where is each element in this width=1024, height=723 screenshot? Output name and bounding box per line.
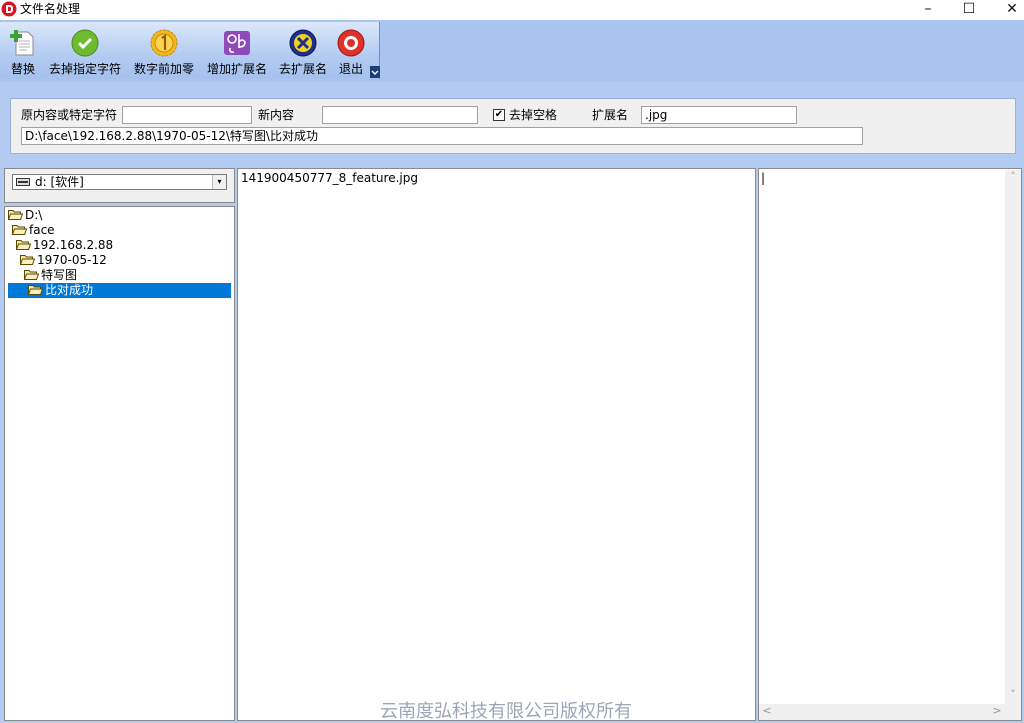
tree-item-label: D:\ xyxy=(25,208,43,222)
current-path-field[interactable]: D:\face\192.168.2.88\1970-05-12\特写图\比对成功 xyxy=(21,127,863,145)
tree-item-label: 192.168.2.88 xyxy=(33,238,114,252)
chevron-down-icon[interactable]: ▾ xyxy=(212,175,226,189)
app-logo-icon xyxy=(1,1,17,17)
gold-coin-one-icon xyxy=(150,29,178,57)
result-textarea[interactable]: | xyxy=(758,168,1022,721)
tree-item-label: 比对成功 xyxy=(45,283,94,297)
tree-item-label: 1970-05-12 xyxy=(37,253,107,267)
copyright-watermark: 云南度弘科技有限公司版权所有 xyxy=(380,701,632,722)
remove-extension-button[interactable]: 去扩展名 xyxy=(274,22,332,79)
new-content-input[interactable] xyxy=(322,106,478,124)
remove-spaces-checkbox[interactable]: ✔ xyxy=(493,109,505,121)
folder-tree[interactable]: D:\ face 192.168.2.88 1970-05-12 特写图 比对成… xyxy=(4,206,235,721)
tree-item-root[interactable]: D:\ xyxy=(8,208,42,223)
file-list-item[interactable]: 141900450777_8_feature.jpg xyxy=(241,171,418,186)
toolbar-overflow-button[interactable] xyxy=(370,66,380,78)
original-content-input[interactable] xyxy=(122,106,252,124)
file-list[interactable]: 141900450777_8_feature.jpg xyxy=(237,168,756,721)
tree-item-selected[interactable]: 比对成功 xyxy=(8,283,231,298)
tree-item-closeup[interactable]: 特写图 xyxy=(24,268,77,283)
new-content-label: 新内容 xyxy=(258,108,295,122)
abc-letters-icon xyxy=(224,31,250,55)
minimize-button[interactable]: – xyxy=(906,0,950,20)
vertical-scrollbar[interactable]: ˄ ˅ xyxy=(1005,170,1021,720)
folder-open-icon xyxy=(16,240,31,250)
exit-label: 退出 xyxy=(338,62,363,76)
remove-spaces-label: 去掉空格 xyxy=(509,108,558,122)
folder-open-icon xyxy=(8,210,23,220)
document-add-icon xyxy=(10,30,34,56)
close-button[interactable]: ✕ xyxy=(990,0,1024,20)
scroll-up-icon[interactable]: ˄ xyxy=(1005,170,1021,186)
drive-icon xyxy=(16,178,30,186)
pad-zero-button[interactable]: 数字前加零 xyxy=(129,22,199,79)
horizontal-scrollbar[interactable]: < > xyxy=(759,704,1005,720)
toolbar: 替换 去掉指定字符 数字前加零 增加扩展名 去扩展名 退出 xyxy=(0,22,380,79)
folder-open-icon xyxy=(12,225,27,235)
add-extension-button[interactable]: 增加扩展名 xyxy=(202,22,272,79)
pad-zero-label: 数字前加零 xyxy=(133,62,194,76)
tree-item-date[interactable]: 1970-05-12 xyxy=(20,253,107,268)
scroll-down-icon[interactable]: ˅ xyxy=(1005,688,1021,704)
title-bar: 文件名处理 – ☐ ✕ xyxy=(0,0,1024,20)
extension-label: 扩展名 xyxy=(592,108,629,122)
folder-open-icon xyxy=(20,255,35,265)
drive-select-value: d: [软件] xyxy=(35,175,84,189)
maximize-button[interactable]: ☐ xyxy=(947,0,991,20)
green-check-icon xyxy=(71,29,99,57)
red-exit-icon xyxy=(337,29,365,57)
scroll-right-icon[interactable]: > xyxy=(989,704,1005,720)
remove-extension-label: 去扩展名 xyxy=(278,62,327,76)
replace-label: 替换 xyxy=(10,62,35,76)
original-content-label: 原内容或特定字符 xyxy=(21,108,118,122)
tree-item-face[interactable]: face xyxy=(12,223,55,238)
tree-item-label: face xyxy=(29,223,55,237)
replace-button[interactable]: 替换 xyxy=(5,22,41,79)
scroll-left-icon[interactable]: < xyxy=(759,704,775,720)
exit-button[interactable]: 退出 xyxy=(334,22,368,79)
remove-chars-label: 去掉指定字符 xyxy=(48,62,121,76)
folder-open-icon xyxy=(24,270,39,280)
tree-item-ip[interactable]: 192.168.2.88 xyxy=(16,238,113,253)
extension-input[interactable]: .jpg xyxy=(641,106,797,124)
text-cursor: | xyxy=(761,171,766,185)
remove-chars-button[interactable]: 去掉指定字符 xyxy=(45,22,125,79)
folder-open-icon xyxy=(28,285,43,295)
drive-select[interactable]: d: [软件] ▾ xyxy=(12,174,227,190)
tree-item-label: 特写图 xyxy=(41,268,78,282)
chevron-down-icon xyxy=(371,70,379,75)
window-title: 文件名处理 xyxy=(20,2,81,16)
blue-x-icon xyxy=(289,29,317,57)
add-extension-label: 增加扩展名 xyxy=(206,62,267,76)
